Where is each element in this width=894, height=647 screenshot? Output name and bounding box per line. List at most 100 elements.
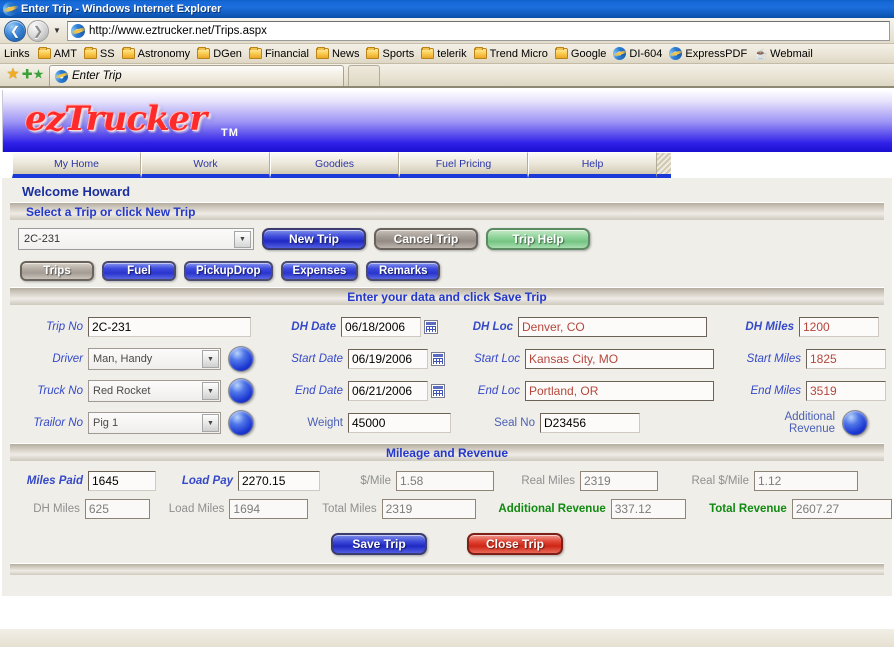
- link-sports[interactable]: Sports: [363, 47, 417, 61]
- back-arrow-icon[interactable]: ❮: [4, 19, 26, 42]
- trip-no-input[interactable]: 2C-231: [88, 317, 251, 337]
- start-loc-input[interactable]: Kansas City, MO: [525, 349, 714, 369]
- form-row-3: Truck No Red Rocket ▼ End Date 06/21/200…: [2, 375, 892, 407]
- real-per-mile-input: 1.12: [754, 471, 858, 491]
- url-input[interactable]: http://www.eztrucker.net/Trips.aspx: [67, 20, 890, 41]
- trip-select-dropdown[interactable]: 2C-231 ▼: [18, 228, 254, 250]
- additional-revenue-button[interactable]: [842, 410, 868, 436]
- start-date-input[interactable]: 06/19/2006: [348, 349, 428, 369]
- link-expresspdf[interactable]: ExpressPDF: [666, 46, 750, 61]
- end-loc-label: End Loc: [477, 385, 520, 397]
- star-icon[interactable]: ★: [3, 64, 23, 84]
- weight-input[interactable]: 45000: [348, 413, 451, 433]
- load-pay-label: Load Pay: [181, 475, 233, 487]
- link-financial[interactable]: Financial: [246, 47, 312, 61]
- truck-no-dropdown[interactable]: Red Rocket ▼: [88, 380, 221, 402]
- forward-arrow-icon[interactable]: ❯: [27, 19, 49, 42]
- mileage-form: Miles Paid 1645 Load Pay 2270.15 $/Mile …: [2, 461, 892, 523]
- weight-label: Weight: [307, 417, 343, 429]
- chevron-down-icon[interactable]: ▼: [202, 350, 219, 368]
- save-trip-button[interactable]: Save Trip: [331, 533, 427, 555]
- ie-page-icon: [71, 23, 85, 38]
- nav-tab-goodies[interactable]: Goodies: [270, 152, 399, 178]
- link-amt[interactable]: AMT: [35, 47, 80, 61]
- link-label: News: [331, 47, 360, 60]
- end-date-input[interactable]: 06/21/2006: [348, 381, 428, 401]
- end-miles-label: End Miles: [750, 385, 802, 397]
- per-mile-label: $/Mile: [360, 475, 391, 487]
- load-miles-input: 1694: [229, 499, 309, 519]
- additional-revenue-label-line2: Revenue: [788, 423, 835, 435]
- link-telerik[interactable]: telerik: [418, 47, 469, 61]
- trailor-no-dropdown[interactable]: Pig 1 ▼: [88, 412, 221, 434]
- links-label: Links: [4, 47, 30, 60]
- trailor-no-label: Trailor No: [33, 417, 83, 429]
- sub-tab-trips[interactable]: Trips: [20, 261, 94, 281]
- start-miles-input[interactable]: 1825: [806, 349, 886, 369]
- link-astronomy[interactable]: Astronomy: [119, 47, 194, 61]
- calendar-icon[interactable]: [431, 384, 445, 398]
- folder-icon: [473, 47, 487, 59]
- folder-icon: [248, 47, 262, 59]
- link-di-604[interactable]: DI-604: [610, 46, 665, 61]
- link-news[interactable]: News: [313, 47, 363, 61]
- trailor-detail-button[interactable]: [228, 410, 254, 436]
- form-row-1: Trip No 2C-231 DH Date 06/18/2006 DH Loc…: [2, 311, 892, 343]
- sub-tab-remarks[interactable]: Remarks: [366, 261, 441, 281]
- driver-dropdown[interactable]: Man, Handy ▼: [88, 348, 221, 370]
- add-star-icon[interactable]: ✚★: [22, 64, 45, 84]
- sub-tab-fuel[interactable]: Fuel: [102, 261, 176, 281]
- seal-no-input[interactable]: D23456: [540, 413, 640, 433]
- trip-select-value: 2C-231: [24, 233, 61, 245]
- end-loc-input[interactable]: Portland, OR: [525, 381, 714, 401]
- form-row-4: Trailor No Pig 1 ▼ Weight 45000 Seal No …: [2, 407, 892, 439]
- load-pay-input[interactable]: 2270.15: [238, 471, 320, 491]
- dh-date-input[interactable]: 06/18/2006: [341, 317, 421, 337]
- nav-tab-label: My Home: [54, 157, 99, 170]
- link-label: Trend Micro: [489, 47, 548, 60]
- trip-help-button[interactable]: Trip Help: [486, 228, 590, 250]
- miles-paid-input[interactable]: 1645: [88, 471, 156, 491]
- chevron-down-icon[interactable]: ▼: [234, 231, 251, 248]
- truck-detail-button[interactable]: [228, 378, 254, 404]
- additional-revenue-label: Additional Revenue: [758, 411, 840, 435]
- new-tab-button[interactable]: [348, 65, 380, 86]
- ie-logo-icon: [3, 2, 17, 16]
- close-trip-button[interactable]: Close Trip: [467, 533, 563, 555]
- browser-status-bar: [0, 628, 894, 647]
- total-miles-input: 2319: [381, 499, 476, 519]
- dh-loc-input[interactable]: Denver, CO: [518, 317, 707, 337]
- sub-tab-pickupdrop[interactable]: PickupDrop: [184, 261, 273, 281]
- start-miles-label: Start Miles: [746, 353, 801, 365]
- browser-tab-enter-trip[interactable]: Enter Trip: [49, 65, 344, 86]
- end-miles-input[interactable]: 3519: [806, 381, 886, 401]
- seal-no-label: Seal No: [494, 417, 535, 429]
- folder-icon: [197, 47, 211, 59]
- link-webmail[interactable]: ☕ Webmail: [751, 47, 816, 61]
- sub-tab-expenses[interactable]: Expenses: [280, 261, 359, 281]
- nav-tab-work[interactable]: Work: [141, 152, 270, 178]
- calendar-icon[interactable]: [424, 320, 438, 334]
- link-dgen[interactable]: DGen: [194, 47, 245, 61]
- calendar-icon[interactable]: [431, 352, 445, 366]
- dh-miles-input[interactable]: 1200: [799, 317, 879, 337]
- enter-data-bar: Enter your data and click Save Trip: [10, 287, 884, 305]
- nav-tab-my-home[interactable]: My Home: [12, 152, 141, 178]
- link-ss[interactable]: SS: [81, 47, 118, 61]
- start-date-label: Start Date: [291, 353, 343, 365]
- select-trip-bar: Select a Trip or click New Trip: [10, 202, 884, 220]
- chevron-down-icon[interactable]: ▼: [202, 414, 219, 432]
- link-trend-micro[interactable]: Trend Micro: [471, 47, 551, 61]
- nav-tab-help[interactable]: Help: [528, 152, 657, 178]
- folder-icon: [315, 47, 329, 59]
- chevron-down-icon[interactable]: ▼: [202, 382, 219, 400]
- cancel-trip-button[interactable]: Cancel Trip: [374, 228, 478, 250]
- link-google[interactable]: Google: [552, 47, 609, 61]
- real-per-mile-label: Real $/Mile: [691, 475, 749, 487]
- driver-detail-button[interactable]: [228, 346, 254, 372]
- nav-tab-fuel-pricing[interactable]: Fuel Pricing: [399, 152, 528, 178]
- new-trip-button[interactable]: New Trip: [262, 228, 366, 250]
- form-row-2: Driver Man, Handy ▼ Start Date 06/19/200…: [2, 343, 892, 375]
- chevron-down-icon[interactable]: ▼: [50, 26, 64, 35]
- total-revenue-input: 2607.27: [791, 499, 892, 519]
